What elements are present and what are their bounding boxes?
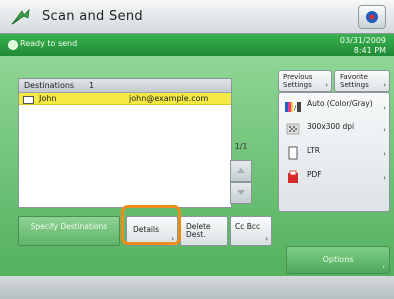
scroll-up-button[interactable] xyxy=(230,160,252,182)
arrow-down-icon xyxy=(237,190,245,195)
favorite-settings-label: Favorite Settings xyxy=(340,73,369,89)
scan-settings-panel: / Auto (Color/Gray) › 300x300 dpi › LTR xyxy=(278,92,390,212)
destinations-count: 1 xyxy=(89,81,95,90)
delete-destination-button[interactable]: Delete Dest. xyxy=(180,216,228,246)
status-indicator-icon xyxy=(8,40,18,50)
destination-name: John xyxy=(39,94,57,103)
machine-status-icon xyxy=(366,11,378,23)
time-text: 8:41 PM xyxy=(353,46,386,55)
file-format-label: PDF xyxy=(307,170,322,179)
date-time: 03/31/2009 8:41 PM xyxy=(340,36,386,56)
destination-address: john@example.com xyxy=(129,94,209,103)
pdf-icon xyxy=(288,170,298,183)
chevron-right-icon: › xyxy=(383,150,386,158)
destination-list-header: Destinations 1 xyxy=(19,79,231,93)
machine-status-button[interactable] xyxy=(358,5,386,29)
color-mode-setting[interactable]: / Auto (Color/Gray) › xyxy=(279,97,389,119)
svg-text:/: / xyxy=(294,104,297,112)
delete-destination-label: Delete Dest. xyxy=(186,222,211,239)
cc-bcc-label: Cc Bcc xyxy=(235,222,261,231)
chevron-right-icon: › xyxy=(383,126,386,134)
chevron-right-icon: › xyxy=(383,104,386,112)
specify-destinations-label: Specify Destinations xyxy=(30,222,108,231)
chevron-right-icon: › xyxy=(382,263,385,271)
color-mode-icon: / xyxy=(285,102,301,112)
resolution-label: 300x300 dpi xyxy=(307,122,355,131)
footer-bar xyxy=(0,276,394,299)
chevron-right-icon: › xyxy=(265,235,268,243)
previous-settings-label: Previous Settings xyxy=(283,73,313,89)
favorite-settings-button[interactable]: Favorite Settings › xyxy=(334,70,390,92)
main-panel: Destinations 1 John john@example.com 1/1… xyxy=(0,56,394,276)
scroll-down-button[interactable] xyxy=(230,182,252,204)
file-format-setting[interactable]: PDF › xyxy=(279,167,389,189)
destinations-header-label: Destinations xyxy=(24,81,75,90)
cc-bcc-button[interactable]: Cc Bcc › xyxy=(230,216,272,246)
destination-list: Destinations 1 John john@example.com xyxy=(18,78,232,208)
title-bar: Scan and Send xyxy=(0,0,394,34)
previous-settings-button[interactable]: Previous Settings › xyxy=(278,70,332,92)
destination-row[interactable]: John john@example.com xyxy=(19,93,231,105)
paper-size-setting[interactable]: LTR › xyxy=(279,143,389,165)
chevron-right-icon: › xyxy=(325,81,328,89)
resolution-setting[interactable]: 300x300 dpi › xyxy=(279,119,389,141)
specify-destinations-button[interactable]: Specify Destinations xyxy=(18,216,120,246)
options-button[interactable]: Options › xyxy=(286,246,390,274)
paper-size-label: LTR xyxy=(307,146,320,155)
page-title: Scan and Send xyxy=(42,9,143,24)
email-icon xyxy=(23,96,34,104)
status-message: Ready to send xyxy=(20,39,78,48)
resolution-icon xyxy=(286,123,300,135)
scan-and-send-screen: Scan and Send Ready to send 03/31/2009 8… xyxy=(0,0,394,299)
status-bar: Ready to send 03/31/2009 8:41 PM xyxy=(0,34,394,56)
color-mode-label: Auto (Color/Gray) xyxy=(307,99,373,108)
page-indicator: 1/1 xyxy=(234,142,248,151)
details-highlight-outline xyxy=(121,205,181,245)
chevron-right-icon: › xyxy=(383,174,386,182)
arrow-up-icon xyxy=(237,168,245,173)
date-text: 03/31/2009 xyxy=(339,36,386,45)
options-label: Options xyxy=(322,255,354,264)
paper-size-icon xyxy=(288,146,298,160)
scan-send-app-icon xyxy=(11,8,30,25)
chevron-right-icon: › xyxy=(383,81,386,89)
